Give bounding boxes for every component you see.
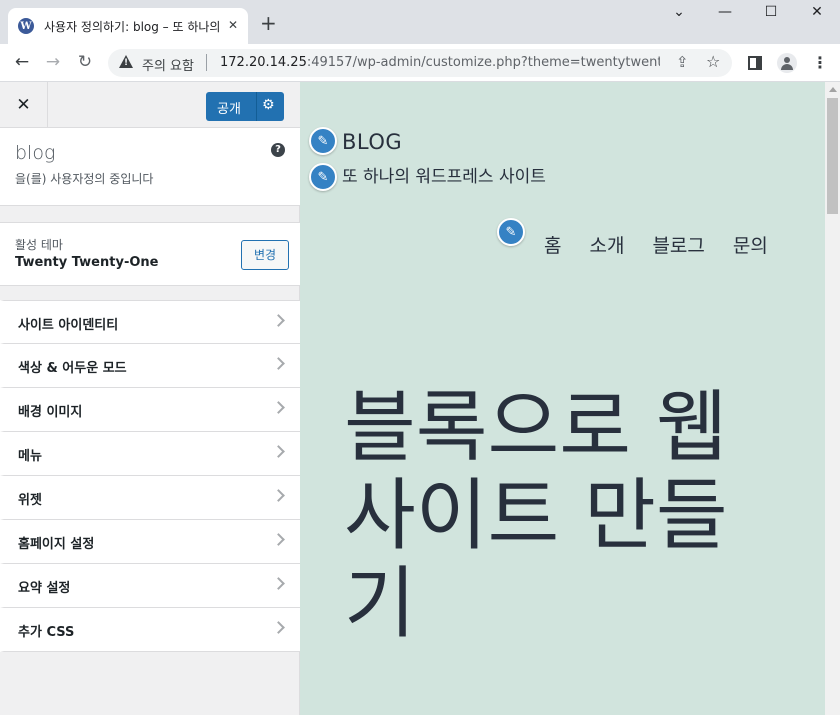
section-site-identity[interactable]: 사이트 아이덴티티 <box>0 300 300 344</box>
panel-header: ✕ 공개 ⚙ <box>0 82 300 128</box>
more-menu-icon[interactable]: ⋮ <box>812 53 828 72</box>
site-name: blog <box>15 142 56 164</box>
edit-tagline-pencil-icon[interactable]: ✎ <box>309 163 337 191</box>
section-colors-dark-mode[interactable]: 색상 & 어두운 모드 <box>0 344 300 388</box>
customizer-panel: ✕ 공개 ⚙ blog 을(를) 사용자정의 중입니다 ? 활성 테마 Twen… <box>0 82 300 715</box>
section-label: 색상 & 어두운 모드 <box>18 361 127 376</box>
chevron-right-icon <box>272 577 285 590</box>
section-label: 추가 CSS <box>18 625 75 640</box>
forward-arrow-icon[interactable]: → <box>42 52 64 72</box>
preview-site-title[interactable]: BLOG <box>342 130 402 154</box>
chevron-right-icon <box>272 533 285 546</box>
maximize-icon[interactable]: ☐ <box>748 4 794 20</box>
browser-tab[interactable]: W 사용자 정의하기: blog – 또 하나의 워드프레스 사이트 ✕ <box>8 8 248 44</box>
chevron-right-icon <box>272 489 285 502</box>
tab-close-icon[interactable]: ✕ <box>228 18 238 32</box>
chevron-right-icon <box>272 357 285 370</box>
section-background-image[interactable]: 배경 이미지 <box>0 388 300 432</box>
active-theme-section: 활성 테마 Twenty Twenty-One 변경 <box>0 222 300 286</box>
url-divider <box>206 54 207 71</box>
wordpress-icon: W <box>18 18 34 34</box>
edit-menu-pencil-icon[interactable]: ✎ <box>497 218 525 246</box>
nav-link-contact[interactable]: 문의 <box>733 231 768 258</box>
edit-site-title-pencil-icon[interactable]: ✎ <box>309 127 337 155</box>
warning-icon[interactable] <box>119 55 133 68</box>
close-customizer-button[interactable]: ✕ <box>0 82 48 128</box>
publish-button[interactable]: 공개 ⚙ <box>206 92 284 121</box>
hero-heading: 블록으로 웹 사이트 만들기 <box>344 383 728 649</box>
section-widgets[interactable]: 위젯 <box>0 476 300 520</box>
section-label: 사이트 아이덴티티 <box>18 318 119 333</box>
section-menus[interactable]: 메뉴 <box>0 432 300 476</box>
profile-avatar-icon[interactable] <box>777 53 797 73</box>
active-theme-name: Twenty Twenty-One <box>15 255 159 270</box>
chevron-right-icon <box>272 621 285 634</box>
preview-scrollbar[interactable] <box>825 82 840 715</box>
preview-primary-menu: 홈 소개 블로그 문의 <box>544 231 796 258</box>
section-label: 메뉴 <box>18 449 42 464</box>
section-label: 홈페이지 설정 <box>18 537 95 552</box>
url-host: 172.20.14.25 <box>220 55 307 70</box>
security-label[interactable]: 주의 요함 <box>142 55 194 74</box>
section-label: 요약 설정 <box>18 581 71 596</box>
chevron-right-icon <box>272 445 285 458</box>
nav-link-about[interactable]: 소개 <box>589 231 624 258</box>
section-excerpt-settings[interactable]: 요약 설정 <box>0 564 300 608</box>
scrollbar-thumb[interactable] <box>827 98 838 214</box>
publish-divider <box>256 92 257 121</box>
chevron-right-icon <box>272 401 285 414</box>
minimize-icon[interactable]: — <box>702 4 748 20</box>
active-theme-label: 활성 테마 <box>15 238 63 252</box>
help-icon[interactable]: ? <box>271 143 285 157</box>
site-preview: ✎ BLOG ✎ 또 하나의 워드프레스 사이트 ✎ 홈 소개 블로그 문의 블… <box>300 82 825 715</box>
section-label: 배경 이미지 <box>18 405 83 420</box>
browser-toolbar: ← → ↻ 주의 요함 172.20.14.25:49157/wp-admin/… <box>0 44 840 82</box>
chevron-right-icon <box>272 314 285 327</box>
nav-link-home[interactable]: 홈 <box>544 231 561 258</box>
customizing-info: blog 을(를) 사용자정의 중입니다 ? <box>0 128 300 206</box>
side-panel-icon[interactable] <box>748 56 762 70</box>
nav-link-blog[interactable]: 블로그 <box>652 231 704 258</box>
gear-icon[interactable]: ⚙ <box>262 97 275 113</box>
browser-tabstrip: W 사용자 정의하기: blog – 또 하나의 워드프레스 사이트 ✕ + ⌄… <box>0 0 840 44</box>
publish-label: 공개 <box>217 102 241 117</box>
new-tab-button[interactable]: + <box>260 13 277 33</box>
url-text[interactable]: 172.20.14.25:49157/wp-admin/customize.ph… <box>220 55 660 70</box>
share-icon[interactable]: ⇪ <box>676 53 689 71</box>
customizer-sections: 사이트 아이덴티티 색상 & 어두운 모드 배경 이미지 메뉴 위젯 홈페이지 … <box>0 300 300 652</box>
preview-tagline: 또 하나의 워드프레스 사이트 <box>342 167 546 187</box>
scroll-up-arrow-icon[interactable] <box>829 87 837 92</box>
address-bar[interactable]: 주의 요함 172.20.14.25:49157/wp-admin/custom… <box>108 49 732 77</box>
back-arrow-icon[interactable]: ← <box>11 52 33 72</box>
section-additional-css[interactable]: 추가 CSS <box>0 608 300 652</box>
tab-search-icon[interactable]: ⌄ <box>656 4 702 20</box>
tab-title: 사용자 정의하기: blog – 또 하나의 워드프레스 사이트 <box>44 19 224 34</box>
customizing-description: 을(를) 사용자정의 중입니다 <box>15 172 154 186</box>
reload-icon[interactable]: ↻ <box>74 52 96 72</box>
change-theme-button[interactable]: 변경 <box>241 240 289 270</box>
window-close-icon[interactable]: ✕ <box>794 4 840 20</box>
url-path: :49157/wp-admin/customize.php?theme=twen… <box>306 55 660 70</box>
section-label: 위젯 <box>18 493 42 508</box>
section-homepage-settings[interactable]: 홈페이지 설정 <box>0 520 300 564</box>
bookmark-star-icon[interactable]: ☆ <box>706 52 720 71</box>
